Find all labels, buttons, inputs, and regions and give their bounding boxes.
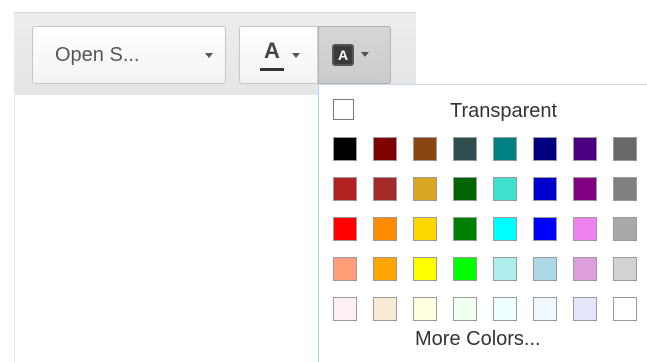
color-swatch[interactable] [453,137,477,161]
color-swatch[interactable] [453,297,477,321]
color-swatch[interactable] [613,297,637,321]
background-color-button[interactable]: A [318,26,391,84]
color-swatch[interactable] [493,217,517,241]
color-swatch[interactable] [413,257,437,281]
color-swatch[interactable] [573,297,597,321]
chevron-down-icon [205,53,213,58]
color-swatch[interactable] [413,177,437,201]
color-swatch[interactable] [533,137,557,161]
color-swatch[interactable] [373,137,397,161]
color-swatch[interactable] [493,297,517,321]
transparent-option[interactable]: Transparent [333,99,633,123]
font-color-underline [260,68,284,71]
color-swatch[interactable] [573,137,597,161]
font-family-value: Open S... [55,43,140,66]
color-picker-dropdown: Transparent More Colors... [318,84,647,362]
color-swatch[interactable] [573,257,597,281]
transparent-label: Transparent [450,100,558,122]
color-swatch[interactable] [373,257,397,281]
background-color-icon: A [332,44,354,66]
chevron-down-icon[interactable] [361,52,369,57]
color-swatch[interactable] [453,257,477,281]
color-swatch[interactable] [613,217,637,241]
color-swatch[interactable] [493,177,517,201]
color-swatch[interactable] [333,177,357,201]
color-swatch[interactable] [373,297,397,321]
color-swatch[interactable] [573,177,597,201]
color-swatch[interactable] [373,177,397,201]
color-swatch-grid [333,137,645,321]
color-swatch[interactable] [413,297,437,321]
color-swatch[interactable] [493,257,517,281]
font-color-icon: A [264,38,280,63]
more-colors-link[interactable]: More Colors... [415,328,541,351]
transparent-swatch[interactable] [333,99,354,120]
color-swatch[interactable] [533,297,557,321]
color-button-group: A A [239,26,391,84]
color-swatch[interactable] [533,217,557,241]
color-swatch[interactable] [533,177,557,201]
color-swatch[interactable] [533,257,557,281]
color-swatch[interactable] [613,137,637,161]
color-swatch[interactable] [453,177,477,201]
color-swatch[interactable] [493,137,517,161]
font-family-select[interactable]: Open S... [32,26,226,84]
background-color-letter: A [337,47,349,63]
color-swatch[interactable] [413,217,437,241]
color-swatch[interactable] [333,217,357,241]
editor-content-area[interactable] [14,95,320,362]
color-swatch[interactable] [613,257,637,281]
color-swatch[interactable] [413,137,437,161]
color-swatch[interactable] [333,297,357,321]
chevron-down-icon[interactable] [292,53,300,58]
color-swatch[interactable] [333,257,357,281]
color-swatch[interactable] [573,217,597,241]
text-color-button[interactable]: A [240,27,316,83]
color-swatch[interactable] [333,137,357,161]
color-swatch[interactable] [613,177,637,201]
color-swatch[interactable] [373,217,397,241]
color-swatch[interactable] [453,217,477,241]
